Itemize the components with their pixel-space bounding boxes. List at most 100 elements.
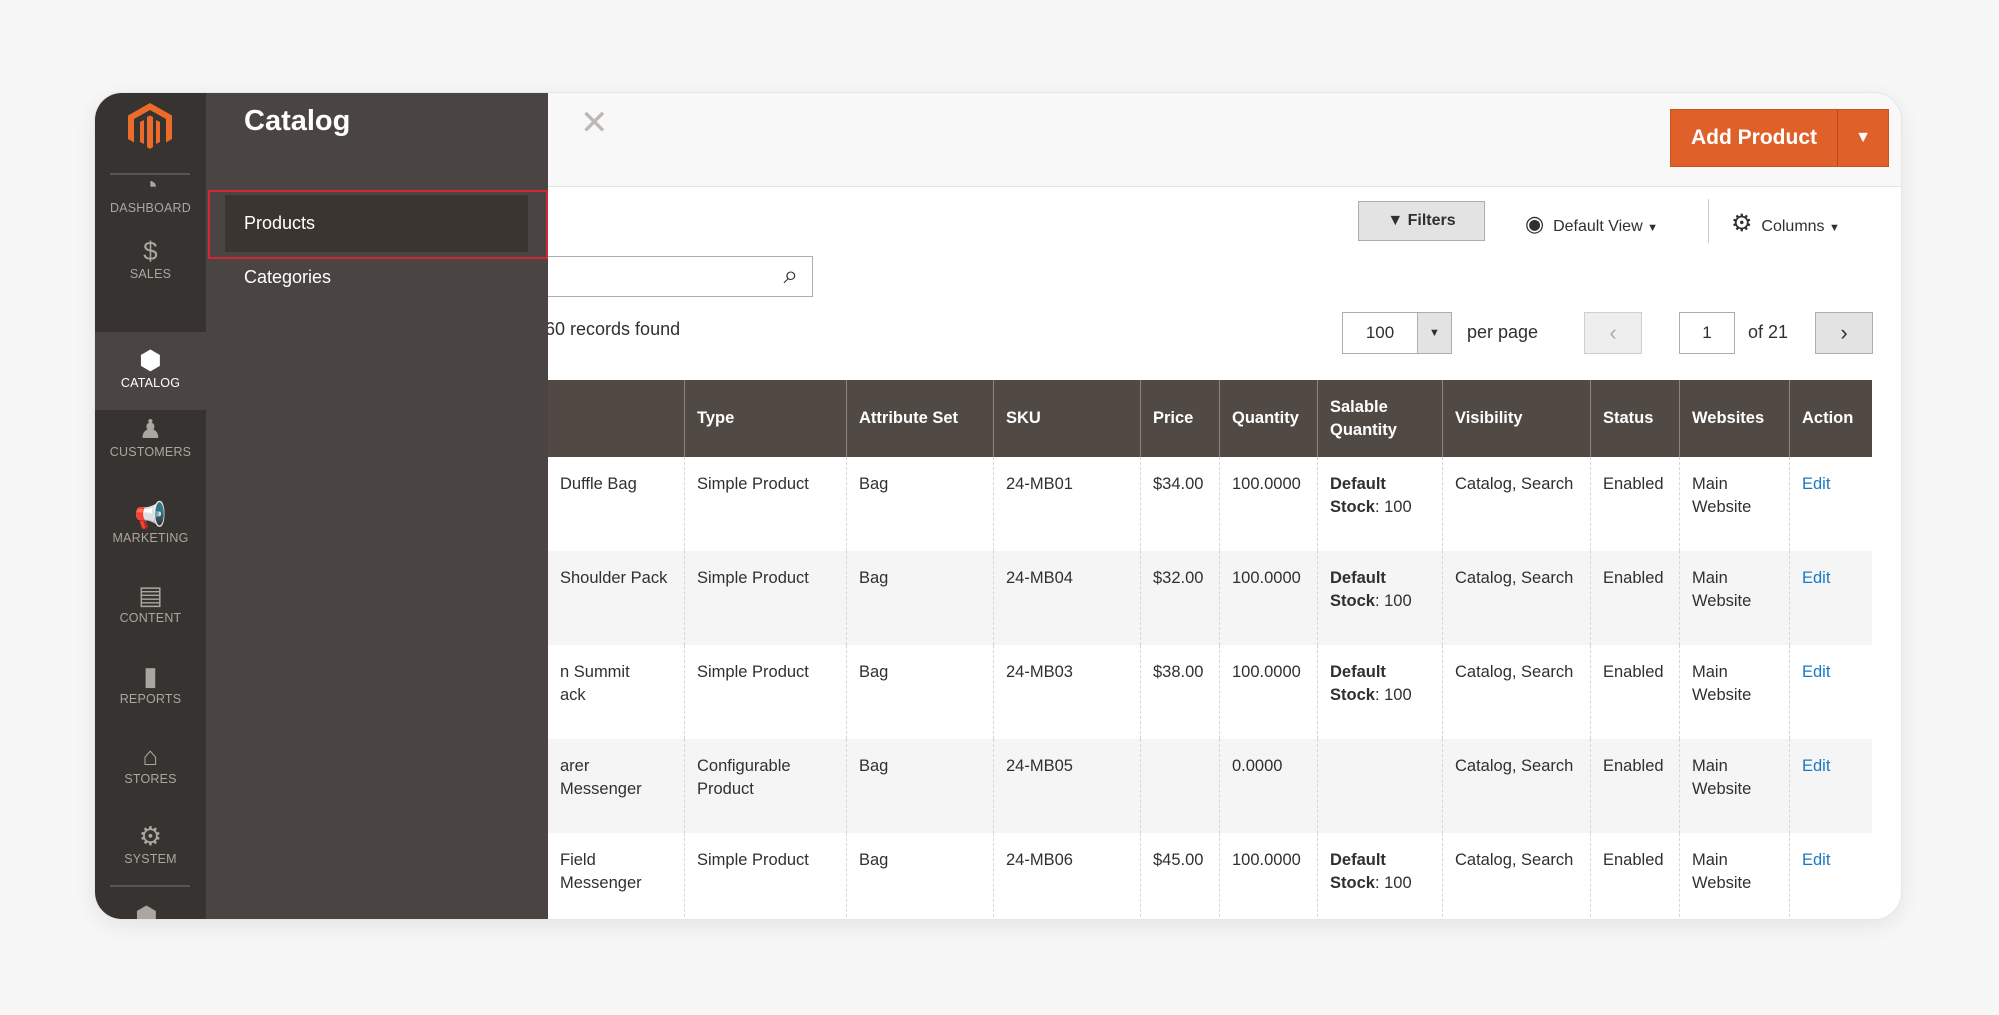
salable-qty: : 100 bbox=[1374, 874, 1412, 892]
nav-item-catalog[interactable]: ⬢ CATALOG bbox=[95, 332, 206, 410]
cell-price: $32.00 bbox=[1140, 551, 1219, 645]
search-icon[interactable]: ⌕ bbox=[783, 259, 798, 291]
cell-attr: Bag bbox=[846, 833, 993, 919]
cell-name: Duffle Bag bbox=[560, 475, 637, 493]
cell-attr: Bag bbox=[846, 645, 993, 739]
cell-attr: Bag bbox=[846, 551, 993, 645]
cell-salable: Default Stock: 100 bbox=[1317, 457, 1442, 551]
add-product-button[interactable]: Add Product ▼ bbox=[1670, 109, 1889, 167]
extension-box-icon[interactable]: ⬢ bbox=[135, 901, 158, 919]
magento-logo[interactable] bbox=[128, 103, 172, 151]
nav-item-label: CONTENT bbox=[119, 611, 182, 625]
cell-qty: 100.0000 bbox=[1219, 551, 1317, 645]
nav-item-label: CATALOG bbox=[120, 376, 181, 390]
cell-sku: 24-MB03 bbox=[993, 645, 1140, 739]
cell-action: Edit bbox=[1789, 739, 1872, 833]
cell-qty: 100.0000 bbox=[1219, 457, 1317, 551]
cell-price: $34.00 bbox=[1140, 457, 1219, 551]
add-product-dropdown-icon[interactable]: ▼ bbox=[1837, 110, 1888, 166]
cell-type: Simple Product bbox=[684, 551, 846, 645]
column-header[interactable]: Type bbox=[684, 380, 846, 457]
page-input[interactable]: 1 bbox=[1679, 312, 1735, 354]
cell-vis: Catalog, Search bbox=[1442, 551, 1590, 645]
gear-icon: ⚙ bbox=[138, 821, 163, 851]
salable-qty: : 100 bbox=[1374, 686, 1412, 704]
menu-item-products[interactable]: Products bbox=[225, 195, 528, 252]
edit-link[interactable]: Edit bbox=[1802, 663, 1830, 681]
flyout-title: Catalog bbox=[244, 105, 351, 137]
column-header[interactable]: Status bbox=[1590, 380, 1679, 457]
nav-item-label: REPORTS bbox=[119, 692, 182, 706]
cell-type: Simple Product bbox=[684, 457, 846, 551]
nav-item-stores[interactable]: ⌂ STORES bbox=[95, 740, 206, 810]
nav-item-sales[interactable]: $ SALES bbox=[95, 235, 206, 305]
prev-page-button[interactable]: ‹ bbox=[1584, 312, 1642, 354]
box-icon: ⬢ bbox=[139, 345, 162, 375]
nav-item-dashboard[interactable]: ◔ DASHBOARD bbox=[95, 169, 206, 239]
cell-qty: 100.0000 bbox=[1219, 833, 1317, 919]
cell-attr: Bag bbox=[846, 739, 993, 833]
megaphone-icon: 📢 bbox=[134, 500, 167, 530]
per-page-select[interactable]: 100 ▼ bbox=[1342, 312, 1452, 354]
nav-item-label: MARKETING bbox=[112, 531, 189, 545]
edit-link[interactable]: Edit bbox=[1802, 851, 1830, 869]
nav-item-content[interactable]: ▤ CONTENT bbox=[95, 579, 206, 649]
cell-sku: 24-MB05 bbox=[993, 739, 1140, 833]
bar-chart-icon: ▮ bbox=[143, 661, 158, 691]
nav-item-customers[interactable]: ♟ CUSTOMERS bbox=[95, 413, 206, 483]
menu-item-categories[interactable]: Categories bbox=[244, 267, 331, 288]
catalog-flyout-menu: Catalog ✕ Products Categories bbox=[206, 93, 609, 919]
cell-action: Edit bbox=[1789, 457, 1872, 551]
nav-item-reports[interactable]: ▮ REPORTS bbox=[95, 660, 206, 730]
default-view-label: Default View bbox=[1553, 218, 1643, 235]
column-header[interactable]: Price bbox=[1140, 380, 1219, 457]
cell-web: Main Website bbox=[1679, 551, 1789, 645]
cell-name: arer Messenger bbox=[560, 757, 642, 798]
cell-vis: Catalog, Search bbox=[1442, 457, 1590, 551]
eye-icon: ◉ bbox=[1525, 211, 1545, 236]
cell-status: Enabled bbox=[1590, 457, 1679, 551]
cell-sku: 24-MB06 bbox=[993, 833, 1140, 919]
dashboard-icon: ◔ bbox=[142, 170, 159, 200]
column-header[interactable]: Action bbox=[1789, 380, 1872, 457]
cell-qty: 0.0000 bbox=[1219, 739, 1317, 833]
default-view-dropdown[interactable]: ◉ Default View ▼ bbox=[1525, 211, 1658, 237]
cell-price: $38.00 bbox=[1140, 645, 1219, 739]
cell-web: Main Website bbox=[1679, 739, 1789, 833]
nav-item-marketing[interactable]: 📢 MARKETING bbox=[95, 499, 206, 569]
cell-type: Configurable Product bbox=[684, 739, 846, 833]
columns-dropdown[interactable]: ⚙ Columns ▼ bbox=[1731, 209, 1840, 238]
nav-item-system[interactable]: ⚙ SYSTEM bbox=[95, 820, 206, 890]
column-header[interactable]: Salable Quantity bbox=[1317, 380, 1442, 457]
nav-divider bbox=[110, 885, 190, 887]
column-header[interactable]: Visibility bbox=[1442, 380, 1590, 457]
filters-button[interactable]: ▼ Filters bbox=[1358, 201, 1485, 241]
cell-vis: Catalog, Search bbox=[1442, 645, 1590, 739]
edit-link[interactable]: Edit bbox=[1802, 475, 1830, 493]
column-header[interactable]: Attribute Set bbox=[846, 380, 993, 457]
layout-icon: ▤ bbox=[138, 580, 163, 610]
edit-link[interactable]: Edit bbox=[1802, 757, 1830, 775]
search-input[interactable]: ⌕ bbox=[535, 256, 813, 297]
add-product-label[interactable]: Add Product bbox=[1671, 110, 1837, 166]
edit-link[interactable]: Edit bbox=[1802, 569, 1830, 587]
cell-status: Enabled bbox=[1590, 833, 1679, 919]
cell-web: Main Website bbox=[1679, 457, 1789, 551]
total-pages: of 21 bbox=[1748, 322, 1789, 342]
column-header[interactable]: Quantity bbox=[1219, 380, 1317, 457]
cell-salable: Default Stock: 100 bbox=[1317, 833, 1442, 919]
next-page-button[interactable]: › bbox=[1815, 312, 1873, 354]
column-header[interactable]: SKU bbox=[993, 380, 1140, 457]
per-page-value: 100 bbox=[1365, 323, 1395, 342]
cell-sku: 24-MB04 bbox=[993, 551, 1140, 645]
cell-vis: Catalog, Search bbox=[1442, 739, 1590, 833]
cell-web: Main Website bbox=[1679, 645, 1789, 739]
column-header-name[interactable] bbox=[548, 380, 684, 457]
close-icon[interactable]: ✕ bbox=[580, 103, 609, 143]
per-page-label: per page bbox=[1467, 322, 1539, 342]
cell-action: Edit bbox=[1789, 833, 1872, 919]
column-header[interactable]: Websites bbox=[1679, 380, 1789, 457]
cell-name: Shoulder Pack bbox=[560, 569, 668, 587]
chevron-down-icon[interactable]: ▼ bbox=[1417, 313, 1451, 353]
chevron-down-icon: ▼ bbox=[1829, 222, 1840, 234]
